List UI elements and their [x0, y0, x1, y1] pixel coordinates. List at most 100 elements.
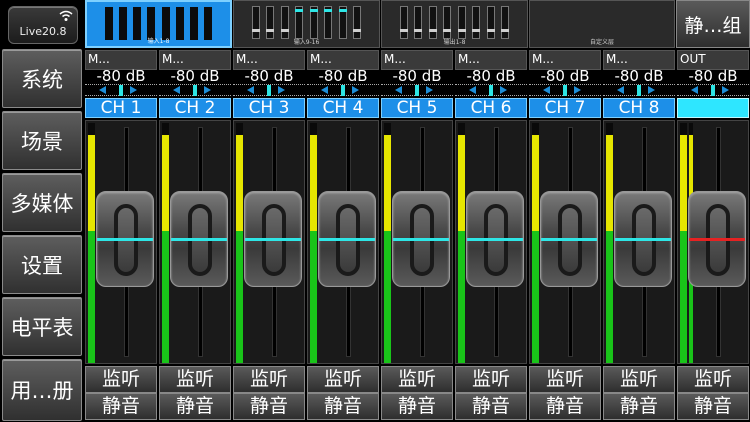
tab-fader-preview	[252, 6, 361, 39]
sidebar-item-manual[interactable]: 用…册	[2, 359, 82, 421]
pan-left-icon	[691, 86, 698, 94]
pan-left-icon	[247, 86, 254, 94]
channel-strip: M... -80 dB CH 5 监听 静音	[381, 48, 453, 422]
fader-area	[233, 120, 305, 364]
pan-knob[interactable]	[341, 85, 345, 96]
preview-fader	[428, 6, 437, 39]
monitor-button[interactable]: 监听	[603, 366, 675, 393]
mute-button[interactable]: 静音	[159, 393, 231, 420]
pan-right-icon	[352, 86, 359, 94]
mute-button[interactable]: 静音	[233, 393, 305, 420]
pan-knob[interactable]	[711, 85, 715, 96]
preview-fader	[266, 6, 275, 39]
mute-button[interactable]: 静音	[603, 393, 675, 420]
mute-button[interactable]: 静音	[381, 393, 453, 420]
fader-handle[interactable]	[170, 191, 228, 287]
channel-select-button[interactable]: CH 7	[529, 98, 601, 118]
level-meter	[384, 123, 391, 363]
pan-right-icon	[278, 86, 285, 94]
pan-control[interactable]	[529, 84, 601, 96]
tab-input-9-16[interactable]: 输入9-16	[233, 0, 380, 48]
channel-select-button[interactable]	[677, 98, 749, 118]
pan-left-icon	[321, 86, 328, 94]
preview-fader	[252, 6, 260, 39]
pan-control[interactable]	[677, 84, 749, 96]
mute-button[interactable]: 静音	[85, 393, 157, 420]
fader-handle[interactable]	[244, 191, 302, 287]
monitor-button[interactable]: 监听	[159, 366, 231, 393]
monitor-button[interactable]: 监听	[529, 366, 601, 393]
channel-select-button[interactable]: CH 8	[603, 98, 675, 118]
channel-select-button[interactable]: CH 2	[159, 98, 231, 118]
channel-select-button[interactable]: CH 6	[455, 98, 527, 118]
pan-knob[interactable]	[193, 85, 197, 96]
pan-right-icon	[648, 86, 655, 94]
fader-handle[interactable]	[96, 191, 154, 287]
channel-strip: OUT -80 dB 监听 静音	[677, 48, 749, 422]
monitor-button[interactable]: 监听	[307, 366, 379, 393]
pan-knob[interactable]	[415, 85, 419, 96]
fader-handle[interactable]	[540, 191, 598, 287]
pan-control[interactable]	[233, 84, 305, 96]
tab-custom-layer[interactable]: 自定义层	[529, 0, 675, 48]
pan-right-icon	[500, 86, 507, 94]
device-label: Live20.8	[19, 25, 67, 38]
fader-handle[interactable]	[688, 191, 746, 287]
level-meter	[532, 123, 539, 363]
channel-gain: -80 dB	[85, 69, 157, 84]
monitor-button[interactable]: 监听	[85, 366, 157, 393]
preview-fader	[400, 6, 408, 39]
mute-button[interactable]: 静音	[455, 393, 527, 420]
pan-knob[interactable]	[267, 85, 271, 96]
channel-gain: -80 dB	[159, 69, 231, 84]
pan-right-icon	[722, 86, 729, 94]
pan-control[interactable]	[381, 84, 453, 96]
sidebar-item-system[interactable]: 系统	[2, 49, 82, 108]
preview-fader	[500, 6, 509, 39]
channel-select-button[interactable]: CH 1	[85, 98, 157, 118]
pan-control[interactable]	[307, 84, 379, 96]
device-status-button[interactable]: Live20.8	[8, 6, 78, 44]
mute-button[interactable]: 静音	[677, 393, 749, 420]
pan-left-icon	[543, 86, 550, 94]
preview-fader	[309, 6, 318, 39]
fader-handle[interactable]	[466, 191, 524, 287]
sidebar-item-meter[interactable]: 电平表	[2, 297, 82, 356]
channel-select-button[interactable]: CH 5	[381, 98, 453, 118]
pan-control[interactable]	[455, 84, 527, 96]
pan-control[interactable]	[603, 84, 675, 96]
channel-gain: -80 dB	[307, 69, 379, 84]
preview-fader	[486, 6, 495, 39]
tab-label: 输入1-8	[147, 38, 170, 45]
fader-handle[interactable]	[392, 191, 450, 287]
monitor-button[interactable]: 监听	[381, 366, 453, 393]
channel-strip: M... -80 dB CH 8 监听 静音	[603, 48, 675, 422]
channel-strip: M... -80 dB CH 7 监听 静音	[529, 48, 601, 422]
sidebar-item-scene[interactable]: 场景	[2, 111, 82, 170]
sidebar-item-multimedia[interactable]: 多媒体	[2, 173, 82, 232]
tab-input-1-8[interactable]: 输入1-8	[85, 0, 232, 48]
tab-output-1-8[interactable]: 输出1-8	[381, 0, 528, 48]
channel-select-button[interactable]: CH 3	[233, 98, 305, 118]
preview-fader	[295, 6, 304, 39]
pan-knob[interactable]	[489, 85, 493, 96]
monitor-button[interactable]: 监听	[677, 366, 749, 393]
pan-knob[interactable]	[119, 85, 123, 96]
level-meter	[458, 123, 465, 363]
fader-handle[interactable]	[318, 191, 376, 287]
level-meter	[162, 123, 169, 363]
mute-group-button[interactable]: 静…组	[676, 0, 750, 48]
mute-button[interactable]: 静音	[529, 393, 601, 420]
fader-handle[interactable]	[614, 191, 672, 287]
pan-knob[interactable]	[563, 85, 567, 96]
mute-button[interactable]: 静音	[307, 393, 379, 420]
sidebar-item-settings[interactable]: 设置	[2, 235, 82, 294]
pan-control[interactable]	[85, 84, 157, 96]
monitor-button[interactable]: 监听	[455, 366, 527, 393]
pan-right-icon	[426, 86, 433, 94]
pan-control[interactable]	[159, 84, 231, 96]
pan-knob[interactable]	[637, 85, 641, 96]
channel-gain: -80 dB	[381, 69, 453, 84]
monitor-button[interactable]: 监听	[233, 366, 305, 393]
channel-select-button[interactable]: CH 4	[307, 98, 379, 118]
